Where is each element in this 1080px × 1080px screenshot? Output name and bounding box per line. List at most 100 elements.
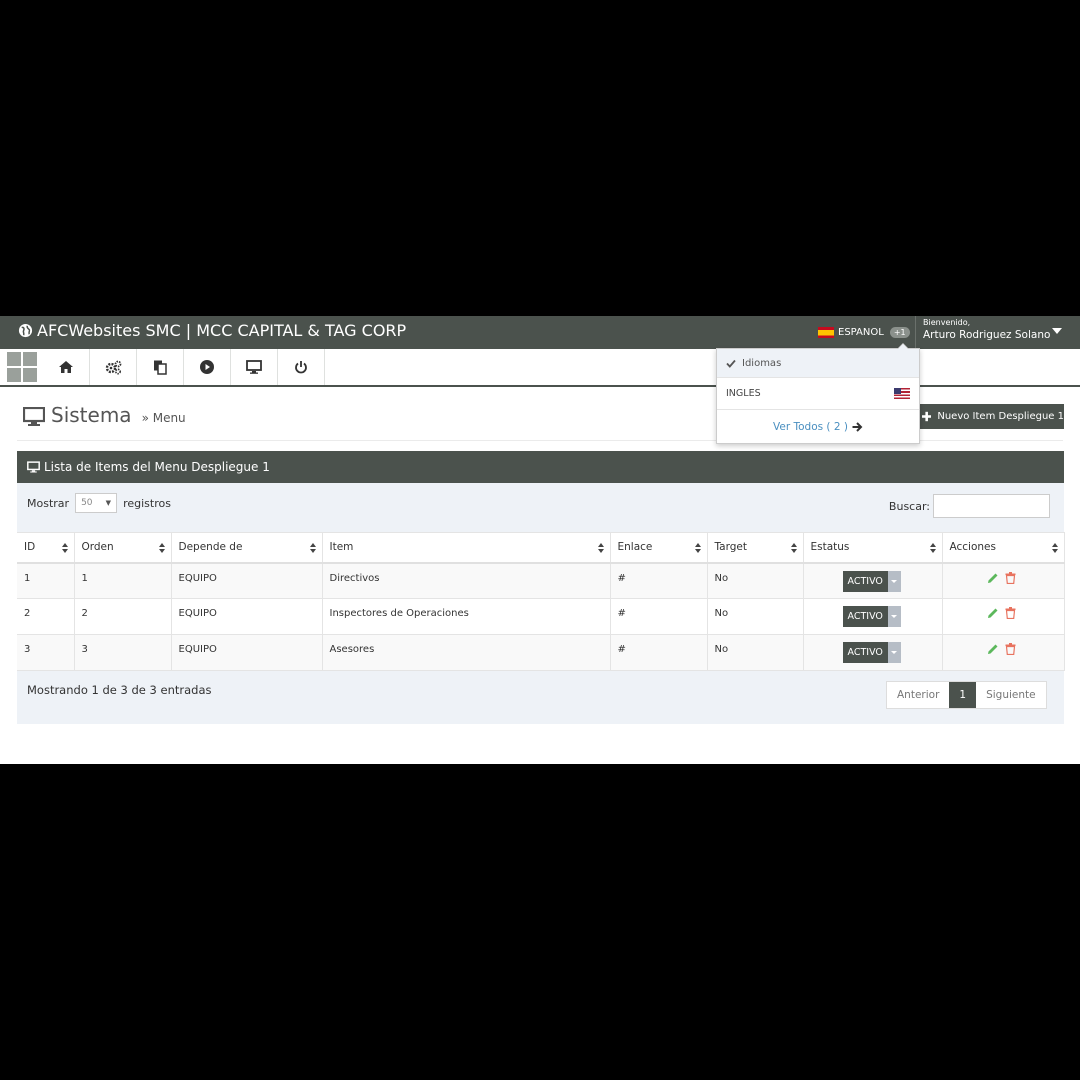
files-button[interactable] [137,349,184,385]
cell-item: Directivos [322,562,611,599]
panel-title: Lista de Items del Menu Despliegue 1 [44,460,270,474]
user-name: Arturo Rodriguez Solano [923,329,1051,341]
column-header-label: ID [24,541,36,554]
play-icon [200,360,214,374]
page-header: Sistema » Menu [23,403,186,427]
spain-flag-icon [818,326,834,338]
page-length-select[interactable]: 50 ▼ [75,493,118,513]
cell-acciones [942,598,1065,635]
cell-enlace: # [610,634,708,671]
sort-icon [694,543,701,553]
status-label: ACTIVO [842,606,888,627]
column-header-item[interactable]: Item [322,532,611,564]
caret-down-icon[interactable] [887,570,901,592]
cell-acciones [942,562,1065,599]
edit-pencil-icon[interactable] [987,572,999,584]
dropdown-title: Idiomas [742,357,782,369]
caret-down-icon[interactable] [1052,328,1062,334]
status-label: ACTIVO [842,570,888,592]
column-header-label: Estatus [810,541,850,554]
cell-target: No [707,562,804,599]
caret-down-icon[interactable] [887,642,901,663]
pagination: Anterior 1 Siguiente [886,681,1047,709]
column-header-depende[interactable]: Depende de [171,532,323,564]
arrow-right-icon [852,421,863,432]
status-dropdown[interactable]: ACTIVO [842,570,901,592]
column-header-target[interactable]: Target [707,532,804,564]
sort-icon [158,543,165,553]
cell-enlace: # [610,598,708,635]
monitor-button[interactable] [231,349,278,385]
panel-header: Lista de Items del Menu Despliegue 1 [17,451,1064,483]
cell-estatus: ACTIVO [803,562,943,599]
show-label: Mostrar [27,496,70,510]
column-header-acciones[interactable]: Acciones [942,532,1065,564]
cell-item: Asesores [322,634,611,671]
table-info: Mostrando 1 de 3 de 3 entradas [27,683,212,697]
cell-orden: 1 [74,562,172,599]
page-1-button[interactable]: 1 [949,682,977,708]
power-button[interactable] [278,349,325,385]
table-row: 1 1 EQUIPO Directivos # No ACTIVO [17,562,1065,599]
monitor-icon [246,360,262,374]
search-control: Buscar: [889,494,1050,518]
play-button[interactable] [184,349,231,385]
cell-enlace: # [610,562,708,599]
cell-orden: 2 [74,598,172,635]
status-dropdown[interactable]: ACTIVO [842,642,901,663]
caret-down-icon[interactable] [887,606,901,627]
globe-icon [18,323,33,338]
chevron-down-icon: ▼ [105,499,112,507]
app-logo-icon[interactable] [7,352,37,382]
home-button[interactable] [43,349,90,385]
delete-trash-icon[interactable] [1005,571,1016,584]
home-icon [59,361,73,373]
table-row: 3 3 EQUIPO Asesores # No ACTIVO [17,634,1065,671]
user-menu[interactable]: Bienvenido, Arturo Rodriguez Solano [915,316,1080,349]
delete-trash-icon[interactable] [1005,643,1016,655]
column-header-orden[interactable]: Orden [74,532,172,564]
search-label: Buscar: [888,499,930,513]
monitor-icon [27,461,40,473]
brand[interactable]: AFCWebsites SMC | MCC CAPITAL & TAG CORP [18,321,406,340]
column-header-estatus[interactable]: Estatus [803,532,943,564]
search-input[interactable] [933,494,1050,518]
column-header-id[interactable]: ID [17,532,75,564]
cell-id: 2 [17,598,75,635]
app-window: AFCWebsites SMC | MCC CAPITAL & TAG CORP… [0,316,1080,764]
language-option-ingles[interactable]: INGLES [717,378,919,410]
language-button[interactable]: ESPANOL +1 [818,321,910,343]
top-navbar: AFCWebsites SMC | MCC CAPITAL & TAG CORP… [0,316,1080,349]
new-item-button[interactable]: Nuevo Item Despliegue 1 [918,404,1064,429]
table-row: 2 2 EQUIPO Inspectores de Operaciones # … [17,598,1065,635]
column-header-label: Target [714,541,747,554]
language-dropdown-header: Idiomas [717,349,919,378]
check-icon [726,359,736,368]
sort-icon [1051,543,1058,553]
power-icon [295,361,307,374]
language-label: ESPANOL [838,326,884,338]
status-dropdown[interactable]: ACTIVO [842,606,901,627]
column-header-enlace[interactable]: Enlace [610,532,708,564]
column-header-label: Item [329,541,354,554]
view-all-languages-link[interactable]: Ver Todos ( 2 ) [717,410,919,443]
panel-body: Mostrar 50 ▼ registros Buscar: ID Orden … [17,483,1065,724]
edit-pencil-icon[interactable] [987,643,999,655]
status-label: ACTIVO [842,642,888,663]
settings-button[interactable] [90,349,137,385]
table-header-row: ID Orden Depende de Item Enlace Target E… [17,532,1065,564]
column-header-label: Orden [81,541,114,554]
user-greeting: Bienvenido, [923,318,971,327]
language-count-badge: +1 [889,326,910,338]
cell-estatus: ACTIVO [803,634,943,671]
cell-id: 1 [17,562,75,599]
cell-depende: EQUIPO [171,634,323,671]
sort-icon [61,543,68,553]
next-page-button[interactable]: Siguiente [976,682,1046,708]
delete-trash-icon[interactable] [1005,607,1016,619]
cell-depende: EQUIPO [171,562,323,599]
edit-pencil-icon[interactable] [987,607,999,619]
sort-icon [790,543,797,553]
cell-item: Inspectores de Operaciones [322,598,611,635]
prev-page-button[interactable]: Anterior [887,682,949,708]
